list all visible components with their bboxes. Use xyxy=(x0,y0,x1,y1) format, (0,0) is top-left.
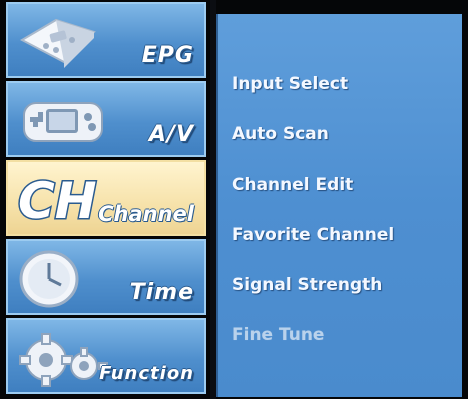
sidebar-item-function[interactable]: Function xyxy=(6,318,206,394)
menu-item-fine-tune: Fine Tune xyxy=(232,325,325,345)
menu-item-auto-scan[interactable]: Auto Scan xyxy=(232,124,329,144)
sidebar-item-label: A/V xyxy=(148,122,194,147)
sidebar-item-label: Time xyxy=(129,280,194,305)
sidebar-item-channel[interactable]: CH Channel xyxy=(6,160,206,236)
category-sidebar: EPG A/V CH Channel Time Function xyxy=(6,2,206,397)
channel-menu-panel: Input Select Auto Scan Channel Edit Favo… xyxy=(216,14,462,397)
sidebar-item-label: EPG xyxy=(141,43,194,68)
sidebar-item-epg[interactable]: EPG xyxy=(6,2,206,78)
sidebar-item-label: Channel xyxy=(98,202,194,226)
sidebar-item-label: Function xyxy=(99,363,194,384)
channel-icon-text: CH xyxy=(18,172,97,230)
clock-icon xyxy=(16,247,86,313)
menu-item-favorite-channel[interactable]: Favorite Channel xyxy=(232,225,394,245)
remote-control-icon xyxy=(16,10,104,76)
menu-item-channel-edit[interactable]: Channel Edit xyxy=(232,175,353,195)
menu-item-signal-strength[interactable]: Signal Strength xyxy=(232,275,382,295)
sidebar-item-av[interactable]: A/V xyxy=(6,81,206,157)
sidebar-item-time[interactable]: Time xyxy=(6,239,206,315)
tv-osd-screen: EPG A/V CH Channel Time Function Input S… xyxy=(0,0,468,399)
menu-item-input-select[interactable]: Input Select xyxy=(232,74,348,94)
game-controller-icon xyxy=(16,89,112,155)
